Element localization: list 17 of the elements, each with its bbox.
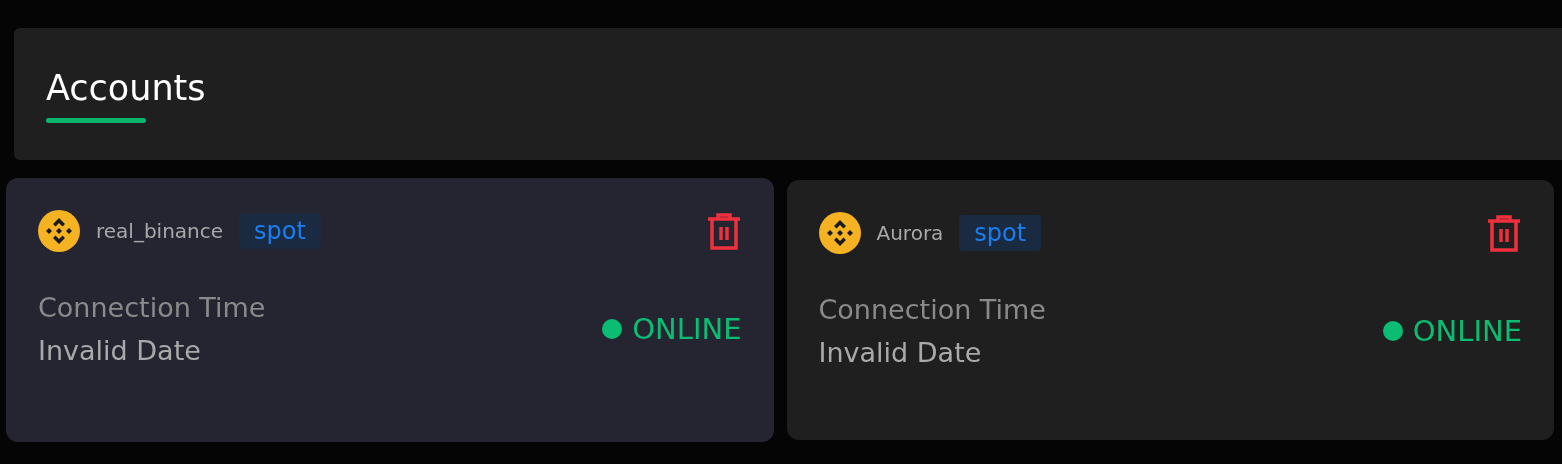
connection-time-label: Connection Time — [818, 294, 1046, 325]
account-card[interactable]: real_binance spot Connection Time Invalid Date ONLINE — [6, 178, 774, 442]
delete-icon[interactable] — [705, 212, 742, 250]
delete-icon[interactable] — [1486, 214, 1522, 252]
account-name: Aurora — [876, 221, 944, 245]
account-type-badge: spot — [959, 215, 1042, 251]
account-card[interactable]: Aurora spot Connection Time Invalid Date ONLINE — [786, 180, 1554, 440]
status-text: ONLINE — [632, 312, 742, 346]
connection-time-value: Invalid Date — [818, 337, 983, 368]
diamond-logo-icon — [818, 212, 861, 254]
connection-time-label: Connection Time — [38, 292, 266, 323]
diamond-logo-icon — [38, 210, 80, 252]
accounts-tab[interactable]: Accounts — [46, 28, 206, 123]
account-name: real_binance — [96, 219, 224, 243]
status-text: ONLINE — [1412, 314, 1522, 348]
account-type-badge: spot — [239, 213, 321, 249]
connection-time-value: Invalid Date — [38, 335, 202, 366]
